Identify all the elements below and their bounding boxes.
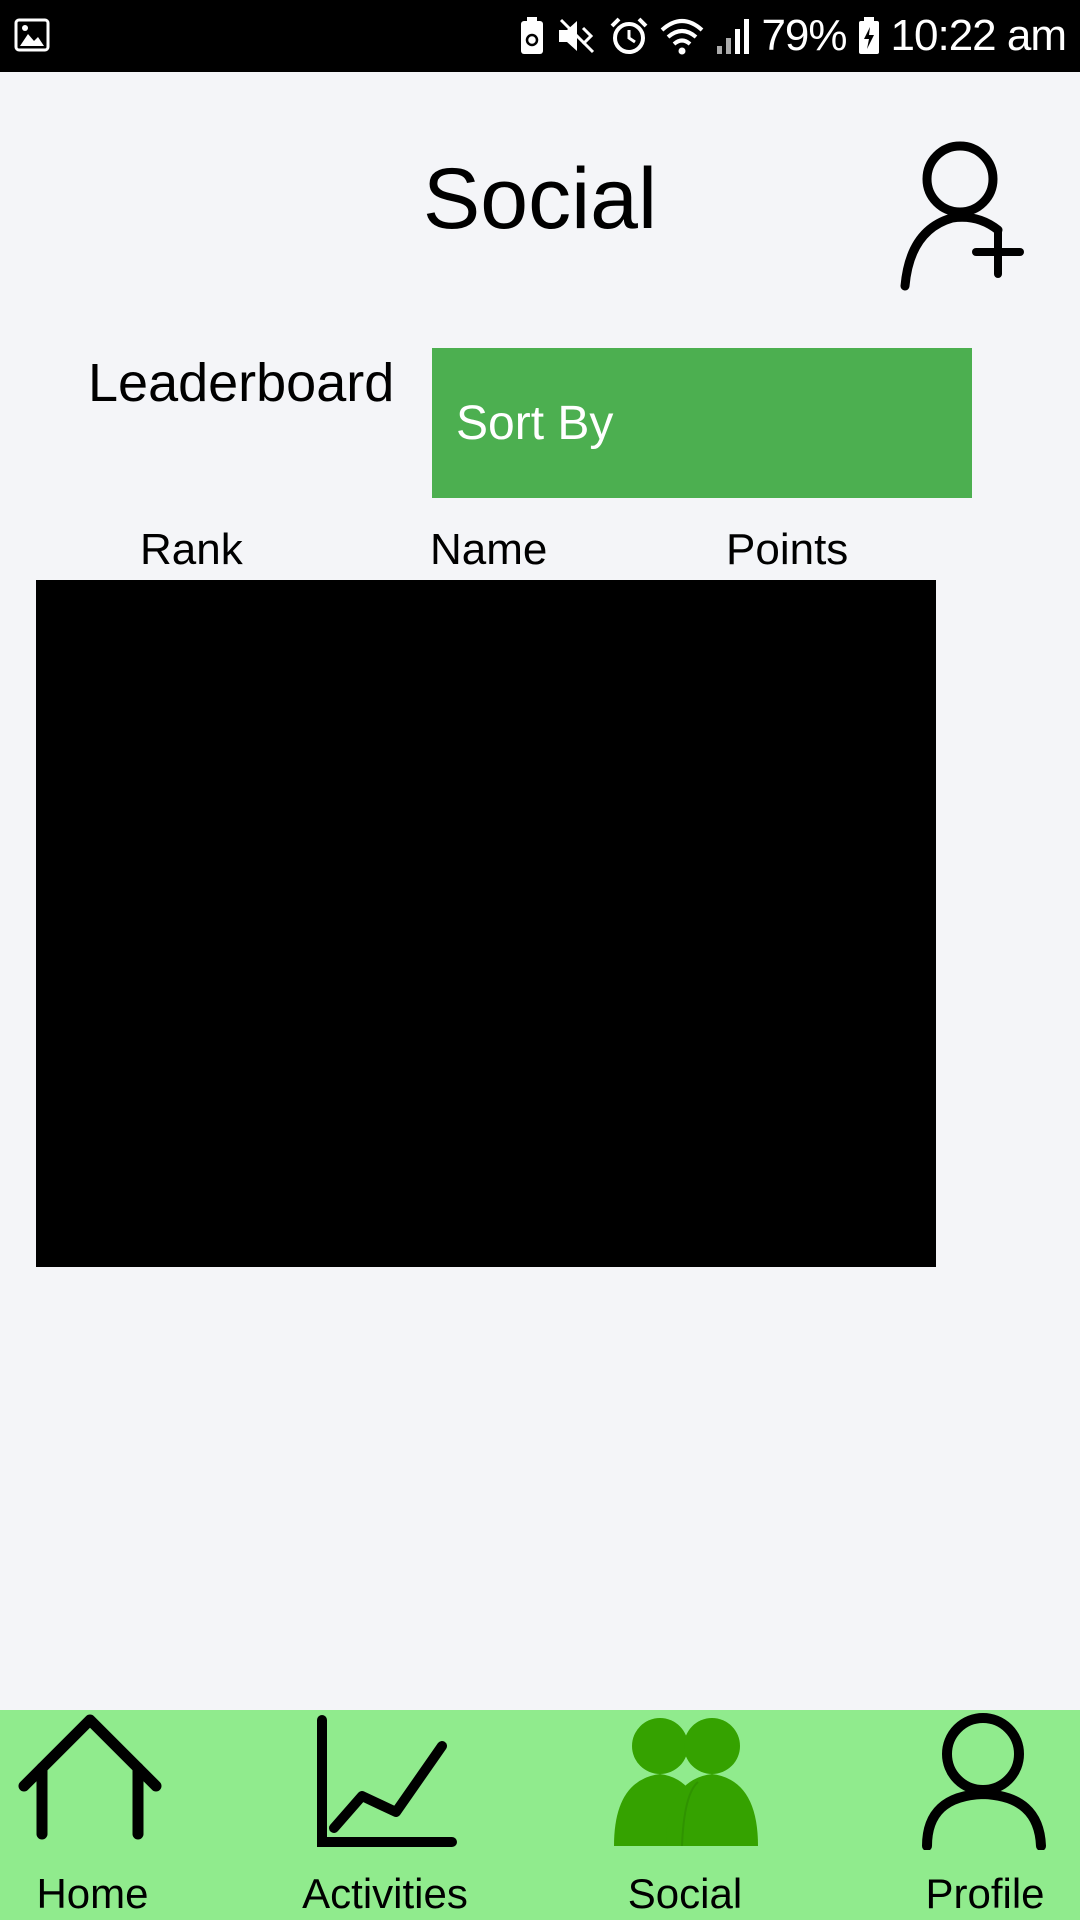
alarm-icon bbox=[609, 16, 649, 56]
nav-label-home: Home bbox=[36, 1870, 149, 1917]
home-icon bbox=[18, 1714, 162, 1840]
people-icon bbox=[614, 1718, 758, 1847]
wifi-icon bbox=[659, 16, 705, 56]
status-indicators: 79% 10:22 am bbox=[519, 0, 1067, 72]
leaderboard-table-header: Rank Name Points bbox=[36, 525, 936, 581]
nav-item-activities[interactable]: Activities bbox=[290, 1710, 480, 1920]
sort-by-dropdown[interactable]: Sort By bbox=[432, 348, 972, 498]
signal-icon bbox=[715, 16, 751, 56]
nav-label-social: Social bbox=[627, 1870, 743, 1917]
nav-label-profile: Profile bbox=[925, 1870, 1045, 1917]
battery-percent: 79% bbox=[761, 11, 847, 60]
column-header-name: Name bbox=[430, 525, 548, 574]
mute-icon bbox=[555, 16, 599, 56]
nav-label-activities: Activities bbox=[302, 1870, 468, 1917]
leaderboard-list[interactable] bbox=[36, 580, 936, 1267]
sort-by-label: Sort By bbox=[456, 397, 614, 450]
column-header-rank: Rank bbox=[140, 525, 243, 574]
gallery-icon bbox=[14, 18, 50, 57]
battery-saver-icon bbox=[519, 16, 545, 56]
add-friend-button[interactable] bbox=[890, 138, 1026, 294]
clock: 10:22 am bbox=[890, 11, 1067, 60]
bottom-nav: Home Activities Social Profile bbox=[0, 1710, 1080, 1920]
leaderboard-label: Leaderboard bbox=[88, 353, 395, 413]
chart-icon bbox=[317, 1715, 457, 1847]
add-user-icon bbox=[900, 141, 1024, 291]
column-header-points: Points bbox=[726, 525, 849, 574]
social-screen: 79% 10:22 am Social Leaderboard Sort By … bbox=[0, 0, 1080, 1920]
nav-item-profile[interactable]: Profile bbox=[905, 1710, 1065, 1920]
person-icon bbox=[922, 1713, 1046, 1850]
nav-item-social[interactable]: Social bbox=[600, 1710, 770, 1920]
battery-icon bbox=[857, 16, 881, 56]
nav-item-home[interactable]: Home bbox=[10, 1710, 175, 1920]
status-bar: 79% 10:22 am bbox=[0, 0, 1080, 72]
